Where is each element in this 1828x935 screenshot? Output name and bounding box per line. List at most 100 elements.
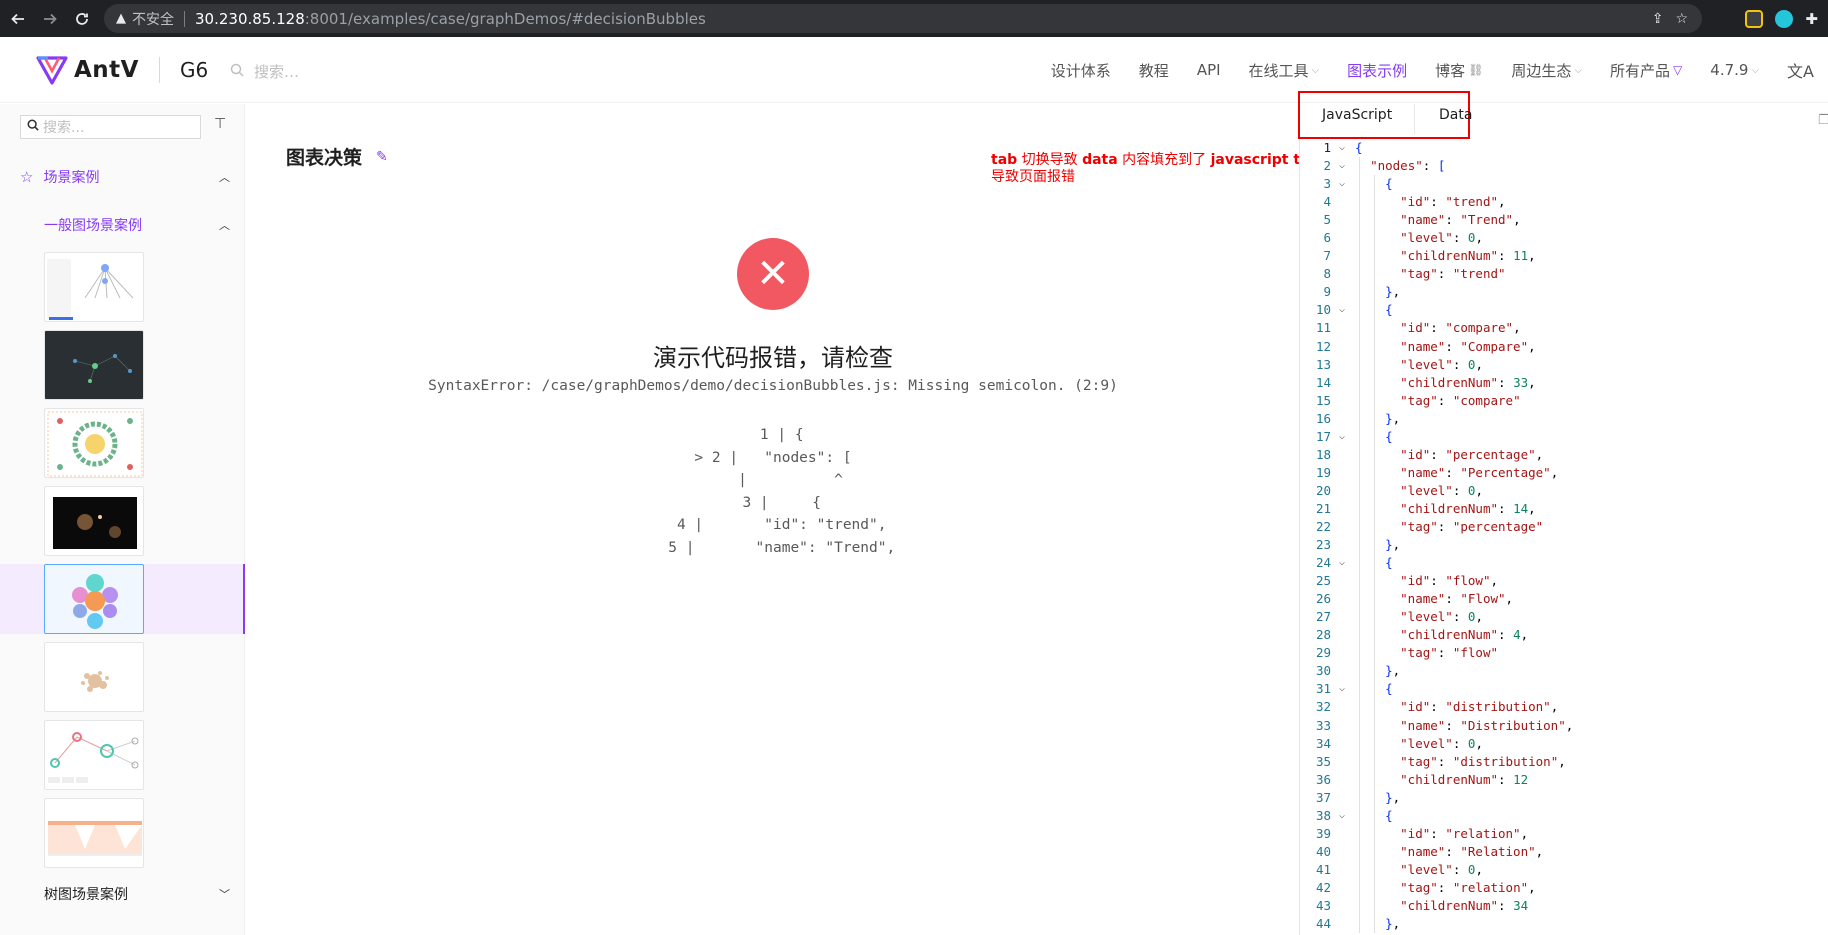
tab-data[interactable]: Data (1439, 107, 1472, 123)
code-line[interactable]: 5 "name": "Trend", (1299, 211, 1828, 229)
reload-icon[interactable] (68, 5, 96, 33)
address-bar[interactable]: ▲ 不安全 30.230.85.128:8001/examples/case/g… (104, 4, 1702, 33)
nav-item-products[interactable]: 所有产品 ▽ (1610, 60, 1682, 81)
demo-thumbnail[interactable] (44, 798, 144, 868)
code-line[interactable]: 32 "id": "distribution", (1299, 698, 1828, 716)
nav-item-design[interactable]: 设计体系 (1051, 60, 1111, 81)
code-line[interactable]: 34 "level": 0, (1299, 735, 1828, 753)
code-line[interactable]: 40 "name": "Relation", (1299, 843, 1828, 861)
sidebar-subgroup-tree[interactable]: 树图场景案例 ﹀ (44, 884, 230, 904)
back-icon[interactable] (4, 5, 32, 33)
code-line[interactable]: 38 ⌵ { (1299, 807, 1828, 825)
tab-divider (1414, 104, 1415, 134)
code-line[interactable]: 2 ⌵ "nodes": [ (1299, 157, 1828, 175)
code-line[interactable]: 43 "childrenNum": 34 (1299, 897, 1828, 915)
code-line[interactable]: 18 "id": "percentage", (1299, 446, 1828, 464)
code-line[interactable]: 44 }, (1299, 915, 1828, 933)
nav-label: API (1196, 61, 1221, 79)
code-line[interactable]: 27 "level": 0, (1299, 608, 1828, 626)
code-line[interactable]: 37 }, (1299, 789, 1828, 807)
code-line[interactable]: 20 "level": 0, (1299, 482, 1828, 500)
code-line[interactable]: 33 "name": "Distribution", (1299, 717, 1828, 735)
code-line[interactable]: 3 ⌵ { (1299, 175, 1828, 193)
line-number: 39 (1315, 825, 1331, 841)
code-line[interactable]: 22 "tag": "percentage" (1299, 518, 1828, 536)
tab-javascript[interactable]: JavaScript (1322, 107, 1392, 123)
extension-icon[interactable] (1745, 9, 1764, 28)
nav-label: 在线工具 (1248, 61, 1309, 80)
code-line[interactable]: 29 "tag": "flow" (1299, 644, 1828, 662)
fold-chevron-icon[interactable]: ⌵ (1339, 175, 1345, 193)
nav-item-tools[interactable]: 在线工具 ⌵ (1249, 60, 1320, 81)
code-line[interactable]: 7 "childrenNum": 11, (1299, 247, 1828, 265)
code-text: "tag": "flow" (1400, 645, 1499, 661)
nav-item-api[interactable]: API (1197, 61, 1221, 79)
code-line[interactable]: 35 "tag": "distribution", (1299, 753, 1828, 771)
share-icon[interactable]: ⇪ (1652, 11, 1664, 27)
code-line[interactable]: 16 }, (1299, 410, 1828, 428)
code-line[interactable]: 11 "id": "compare", (1299, 319, 1828, 337)
demo-thumbnail[interactable] (44, 252, 144, 322)
annotation-text: tab (991, 152, 1018, 168)
extension-icon[interactable] (1775, 9, 1794, 28)
code-line[interactable]: 26 "name": "Flow", (1299, 590, 1828, 608)
code-line[interactable]: 21 "childrenNum": 14, (1299, 500, 1828, 518)
code-line[interactable]: 10 ⌵ { (1299, 301, 1828, 319)
fold-chevron-icon[interactable]: ⌵ (1339, 428, 1345, 446)
sidebar-subgroup-general[interactable]: 一般图场景案例 ︿ (44, 215, 230, 235)
code-line[interactable]: 30 }, (1299, 662, 1828, 680)
warning-icon[interactable]: ▲ (116, 11, 126, 26)
language-icon[interactable]: 文A (1787, 58, 1814, 82)
fold-chevron-icon[interactable]: ⌵ (1339, 807, 1345, 825)
code-line[interactable]: 28 "childrenNum": 4, (1299, 626, 1828, 644)
fold-chevron-icon[interactable]: ⌵ (1339, 554, 1345, 572)
code-line[interactable]: 8 "tag": "trend" (1299, 265, 1828, 283)
site-search-input[interactable]: 搜索… (254, 61, 299, 82)
code-line[interactable]: 23 }, (1299, 536, 1828, 554)
code-line[interactable]: 25 "id": "flow", (1299, 572, 1828, 590)
code-line[interactable]: 31 ⌵ { (1299, 680, 1828, 698)
code-line[interactable]: 17 ⌵ { (1299, 428, 1828, 446)
demo-thumbnail[interactable] (44, 720, 144, 790)
code-line[interactable]: 14 "childrenNum": 33, (1299, 374, 1828, 392)
nav-item-blog[interactable]: 博客 ⛓ (1435, 60, 1483, 81)
site-search[interactable]: 搜索… (230, 61, 299, 82)
sidebar-group-scenes[interactable]: ☆ 场景案例 ︿ (20, 167, 230, 187)
logo[interactable]: AntV G6 (36, 55, 208, 85)
line-number: 6 (1323, 230, 1331, 246)
code-line[interactable]: 4 "id": "trend", (1299, 193, 1828, 211)
nav-item-examples[interactable]: 图表示例 (1347, 60, 1407, 81)
edit-icon[interactable]: ✎ (376, 149, 388, 165)
demo-thumbnail-active[interactable] (44, 564, 144, 634)
puzzle-icon[interactable]: ✚ (1805, 10, 1818, 28)
line-number: 27 (1315, 609, 1331, 625)
demo-thumbnail[interactable] (44, 642, 144, 712)
code-line[interactable]: 36 "childrenNum": 12 (1299, 771, 1828, 789)
nav-item-ecosystem[interactable]: 周边生态 ⌵ (1511, 60, 1582, 81)
bookmark-star-icon[interactable]: ☆ (1675, 11, 1688, 27)
forward-icon[interactable] (36, 5, 64, 33)
product-name: G6 (179, 58, 209, 82)
code-line[interactable]: 39 "id": "relation", (1299, 825, 1828, 843)
code-line[interactable]: 24 ⌵ { (1299, 554, 1828, 572)
collapse-all-icon[interactable]: ⊤ (214, 116, 226, 132)
fold-chevron-icon[interactable]: ⌵ (1339, 301, 1345, 319)
sidebar-search-input[interactable]: 搜索... (20, 115, 201, 139)
chevron-up-icon: ︿ (219, 219, 230, 232)
code-lines[interactable]: 1 ⌵{2 ⌵ "nodes": [3 ⌵ {4 "id": "trend", 5 "n… (1299, 139, 1828, 934)
fold-chevron-icon[interactable]: ⌵ (1339, 157, 1345, 175)
code-line[interactable]: 41 "level": 0, (1299, 861, 1828, 879)
code-line[interactable]: 9 }, (1299, 283, 1828, 301)
nav-item-tutorial[interactable]: 教程 (1139, 60, 1169, 81)
nav-item-version[interactable]: 4.7.9 ⌵ (1710, 61, 1759, 79)
fold-chevron-icon[interactable]: ⌵ (1339, 139, 1345, 157)
code-line[interactable]: 15 "tag": "compare" (1299, 392, 1828, 410)
code-line[interactable]: 1 ⌵ { (1299, 139, 1828, 157)
copy-icon[interactable]: ❐ (1818, 113, 1828, 128)
fold-chevron-icon[interactable]: ⌵ (1339, 680, 1345, 698)
code-line[interactable]: 6 "level": 0, (1299, 229, 1828, 247)
code-line[interactable]: 12 "name": "Compare", (1299, 338, 1828, 356)
code-line[interactable]: 42 "tag": "relation", (1299, 879, 1828, 897)
code-line[interactable]: 19 "name": "Percentage", (1299, 464, 1828, 482)
code-line[interactable]: 13 "level": 0, (1299, 356, 1828, 374)
